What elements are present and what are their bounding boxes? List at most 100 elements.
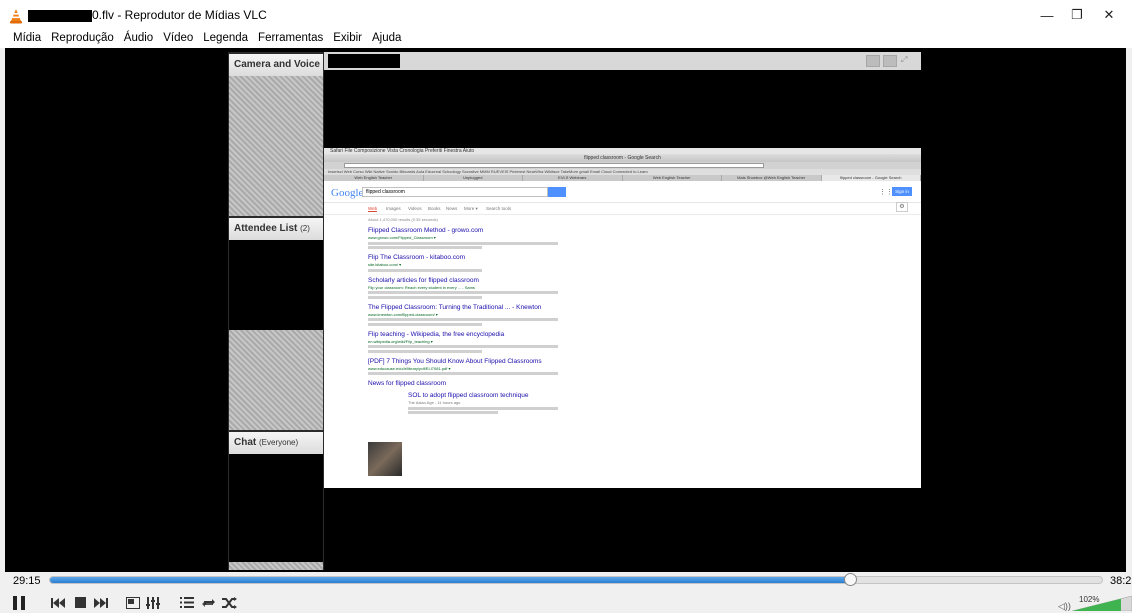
- result-title: Flip teaching - Wikipedia, the free ency…: [368, 330, 505, 338]
- stop-button[interactable]: [69, 594, 91, 611]
- news-heading-title: News for flipped classroom: [368, 380, 447, 387]
- google-search-box: flipped classroom: [362, 187, 548, 197]
- camera-video-placeholder: [229, 76, 323, 216]
- menu-view[interactable]: Exibir: [328, 30, 367, 48]
- attendee-panel-title: Attendee List: [234, 223, 298, 234]
- result-title: The Flipped Classroom: Turning the Tradi…: [368, 303, 542, 311]
- result-url: site.kitaboo.com/ ▾: [368, 262, 402, 267]
- result-url: www.growo.com/Flipped_Classroom ▾: [368, 235, 436, 240]
- menu-tools[interactable]: Ferramentas: [253, 30, 328, 48]
- result-url: Flip your classroom: Reach every student…: [368, 284, 475, 290]
- attendee-list-placeholder: [229, 330, 323, 430]
- result-snippet: [368, 372, 558, 375]
- shuffle-button[interactable]: [218, 594, 240, 611]
- previous-button[interactable]: [47, 594, 69, 611]
- menu-subtitle[interactable]: Legenda: [198, 30, 253, 48]
- menu-help[interactable]: Ajuda: [367, 30, 406, 48]
- layout-single-icon: [866, 55, 880, 67]
- stage-toolbar: ⤢: [324, 52, 921, 70]
- stop-icon: [74, 597, 86, 608]
- title-bar: 0.flv - Reprodutor de Mídias VLC — ❐ ✕: [0, 0, 1132, 30]
- pause-button[interactable]: [8, 594, 30, 611]
- volume-slider[interactable]: [1072, 596, 1132, 611]
- seek-progress: [50, 577, 850, 583]
- news-thumbnail: [368, 442, 402, 476]
- menu-playback[interactable]: Reprodução: [46, 30, 119, 48]
- redacted-filename: [28, 10, 92, 22]
- menu-video[interactable]: Vídeo: [158, 30, 198, 48]
- search-tab-tools: Search tools: [486, 206, 512, 211]
- google-header: Google flipped classroom ⋮⋮ Sign in: [324, 181, 921, 203]
- result-title: Flipped Classroom Method - growo.com: [368, 227, 484, 234]
- result-snippet: [368, 345, 558, 348]
- search-tab-news: News: [446, 206, 458, 211]
- result-snippet: [368, 322, 482, 326]
- skip-next-icon: [94, 597, 108, 608]
- gear-icon: ⚙: [896, 202, 908, 212]
- google-search-tabs: Web Images Videos Books News More ▾ Sear…: [324, 202, 921, 215]
- result-count: About 1,470,000 results (0.35 seconds): [368, 217, 438, 222]
- news-snippet: [408, 411, 498, 414]
- skip-previous-icon: [51, 597, 65, 608]
- search-result: [PDF] 7 Things You Should Know About Fli…: [368, 357, 558, 375]
- vlc-cone-icon: [10, 9, 22, 24]
- grid-icon: ⋮⋮: [879, 189, 893, 196]
- seek-handle[interactable]: [844, 573, 858, 586]
- chat-panel-title: Chat: [234, 437, 257, 448]
- attendee-panel-header: Attendee List (2): [229, 218, 323, 240]
- close-button[interactable]: ✕: [1086, 0, 1132, 30]
- seek-bar[interactable]: [49, 576, 1103, 584]
- search-result: Flip teaching - Wikipedia, the free ency…: [368, 331, 558, 353]
- result-title: Flip The Classroom - kitaboo.com: [368, 254, 466, 261]
- menu-audio[interactable]: Áudio: [119, 30, 158, 48]
- next-button[interactable]: [90, 594, 112, 611]
- result-url: en.wikipedia.org/wiki/Flip_teaching ▾: [368, 338, 433, 344]
- shuffle-icon: [221, 596, 237, 609]
- result-title: Scholarly articles for flipped classroom: [368, 276, 479, 284]
- total-time: 38:25: [1110, 575, 1132, 587]
- attendee-count: (2): [300, 224, 310, 233]
- playlist-button[interactable]: [176, 594, 198, 611]
- search-tab-web: Web: [368, 206, 378, 212]
- speaker-icon[interactable]: ◁)): [1058, 601, 1071, 612]
- google-logo: Google: [331, 187, 363, 199]
- fullscreen-toggle-icon: [126, 596, 140, 609]
- playlist-icon: [180, 597, 194, 608]
- elapsed-time: 29:15: [13, 575, 41, 587]
- shared-browser-screen: Safari File Composizione Vista Cronologi…: [324, 148, 921, 488]
- result-snippet: [368, 241, 558, 245]
- recording-stage: ⤢ Safari File Composizione Vista Cronolo…: [324, 52, 921, 570]
- result-snippet: [368, 291, 558, 294]
- search-tab-more: More ▾: [464, 206, 478, 211]
- fullscreen-icon: ⤢: [901, 55, 908, 64]
- news-heading: News for flipped classroom: [368, 380, 558, 387]
- menu-media[interactable]: Mídia: [8, 30, 46, 48]
- result-title: [PDF] 7 Things You Should Know About Fli…: [368, 357, 542, 365]
- chat-panel-header: Chat (Everyone): [229, 432, 323, 454]
- fullscreen-button[interactable]: [122, 594, 144, 611]
- equalizer-icon: [146, 596, 160, 609]
- volume-level: [1072, 598, 1121, 611]
- camera-panel-title: Camera and Voice: [234, 59, 320, 70]
- window-title: 0.flv - Reprodutor de Mídias VLC: [92, 8, 267, 22]
- search-tab-books: Books: [428, 206, 441, 211]
- search-result: Flipped Classroom Method - growo.com www…: [368, 227, 558, 249]
- result-snippet: [368, 246, 482, 249]
- result-snippet: [368, 318, 558, 321]
- news-result: SOL to adopt flipped classroom technique…: [408, 392, 558, 414]
- player-controls: 29:15 38:25 ◁)) 102%: [0, 572, 1132, 613]
- chat-area: [229, 454, 323, 562]
- loop-button[interactable]: [197, 594, 219, 611]
- result-snippet: [368, 295, 482, 299]
- search-tab-images: Images: [386, 206, 401, 211]
- video-surface[interactable]: Camera and Voice Attendee List (2) Chat …: [5, 48, 1126, 572]
- result-snippet: [368, 268, 482, 272]
- result-snippet: [368, 349, 482, 353]
- extended-settings-button[interactable]: [142, 594, 164, 611]
- news-title: SOL to adopt flipped classroom technique: [408, 392, 529, 399]
- search-result: Scholarly articles for flipped classroom…: [368, 277, 558, 299]
- search-result: Flip The Classroom - kitaboo.com site.ki…: [368, 254, 558, 272]
- search-tab-videos: Videos: [408, 206, 422, 211]
- result-url: www.educause.edu/ir/library/pdf/ELI7081.…: [368, 365, 451, 371]
- camera-panel-header: Camera and Voice: [229, 54, 323, 76]
